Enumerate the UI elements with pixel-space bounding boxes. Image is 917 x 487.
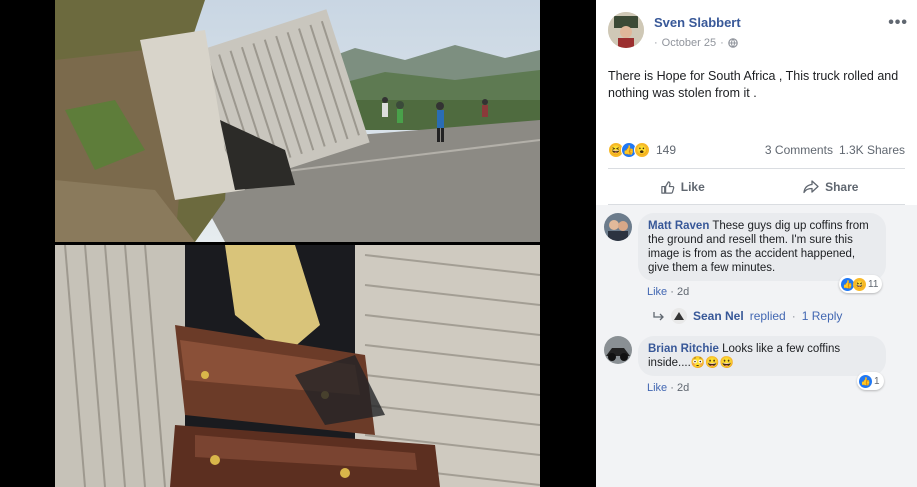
reply-separator: · <box>791 309 796 323</box>
truck-photo-illustration <box>55 0 540 242</box>
more-options-icon[interactable]: ••• <box>888 14 908 32</box>
comments-section: Matt Raven These guys dig up coffins fro… <box>596 205 917 487</box>
post-text: There is Hope for South Africa , This tr… <box>608 69 899 100</box>
comment-emojis: 😳😀😀 <box>690 357 734 369</box>
avatar-image <box>604 213 632 241</box>
post-header: Sven Slabbert · October 25 · ••• <box>608 12 908 52</box>
replied-text: replied <box>749 309 786 323</box>
photo-coffins-inside[interactable] <box>55 245 540 487</box>
like-button-label: Like <box>680 180 705 194</box>
avatar-image <box>608 12 644 48</box>
post-media[interactable] <box>55 0 540 487</box>
post-meta-separator: · <box>720 37 724 49</box>
replier-avatar-icon <box>671 308 687 324</box>
comment-meta: Like · 2d <box>647 286 689 298</box>
comment-reactions[interactable]: 👍 😆 11 <box>839 275 883 293</box>
thumbs-up-icon <box>661 180 675 194</box>
comment-like-link[interactable]: Like <box>647 286 667 298</box>
comment-bubble: Matt Raven These guys dig up coffins fro… <box>638 213 886 281</box>
comment-meta-separator: · <box>670 286 677 298</box>
comments-count-link[interactable]: 3 Comments <box>765 143 833 157</box>
commenter-avatar[interactable] <box>604 336 632 364</box>
comment-meta: Like · 2d <box>647 382 689 394</box>
commenter-name[interactable]: Matt Raven <box>648 220 709 232</box>
post-details-panel: Sven Slabbert · October 25 · ••• There i… <box>596 0 917 487</box>
comment-reactions[interactable]: 👍 1 <box>857 372 884 390</box>
haha-reaction-icon: 😆 <box>853 277 866 291</box>
reply-arrow-icon <box>653 312 664 321</box>
engagement-counts: 3 Comments 1.3K Shares <box>765 143 905 157</box>
comment-reaction-count: 11 <box>868 278 879 290</box>
author-name[interactable]: Sven Slabbert <box>654 15 741 30</box>
post-date[interactable]: October 25 <box>662 37 716 49</box>
globe-icon[interactable] <box>727 38 738 48</box>
like-reaction-icon: 👍 <box>859 374 872 388</box>
post-meta: · October 25 · <box>654 37 738 49</box>
comment-reaction-count: 1 <box>874 375 880 387</box>
share-arrow-icon <box>803 180 819 194</box>
comment-time[interactable]: 2d <box>677 286 689 298</box>
post-separator-dot: · <box>654 37 658 49</box>
commenter-name[interactable]: Brian Ritchie <box>648 343 719 355</box>
comment-bubble: Brian Ritchie Looks like a few coffins i… <box>638 336 886 376</box>
replier-name: Sean Nel <box>693 309 744 323</box>
reaction-count[interactable]: 149 <box>656 143 676 157</box>
reactions-summary: 😆 👍 😮 149 3 Comments 1.3K Shares <box>608 139 905 161</box>
comment-meta-separator: · <box>670 382 677 394</box>
shares-count-link[interactable]: 1.3K Shares <box>839 143 905 157</box>
share-button-label: Share <box>825 180 859 194</box>
reaction-icons[interactable]: 😆 👍 😮 <box>608 142 650 158</box>
replies-link[interactable]: Sean Nel replied · 1 Reply <box>653 308 842 324</box>
post-actions: Like Share <box>608 171 905 203</box>
like-button[interactable]: Like <box>608 171 757 203</box>
comment-like-link[interactable]: Like <box>647 382 667 394</box>
post-viewer: Sven Slabbert · October 25 · ••• There i… <box>0 0 917 487</box>
avatar-image <box>604 336 632 364</box>
author-avatar[interactable] <box>608 12 644 48</box>
photo-overturned-truck[interactable] <box>55 0 540 242</box>
coffins-photo-illustration <box>55 245 540 487</box>
commenter-avatar[interactable] <box>604 213 632 241</box>
share-button[interactable]: Share <box>757 171 906 203</box>
divider <box>608 168 905 169</box>
comment-time[interactable]: 2d <box>677 382 689 394</box>
wow-reaction-icon: 😮 <box>634 142 650 158</box>
reply-count: 1 Reply <box>801 309 843 323</box>
